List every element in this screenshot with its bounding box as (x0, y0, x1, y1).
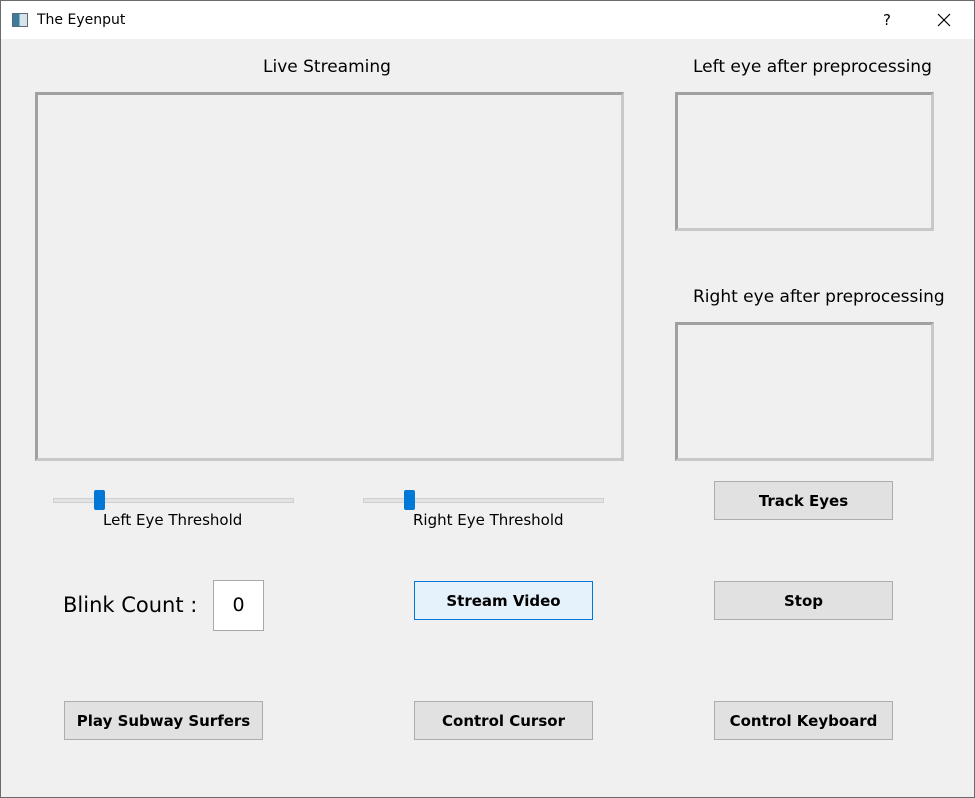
blink-count-value: 0 (213, 580, 264, 631)
control-keyboard-button[interactable]: Control Keyboard (714, 701, 893, 740)
right-eye-threshold-label: Right Eye Threshold (413, 511, 564, 529)
title-bar[interactable]: The Eyenput ? (1, 1, 974, 39)
left-eye-label: Left eye after preprocessing (693, 57, 932, 77)
play-subway-surfers-button[interactable]: Play Subway Surfers (64, 701, 263, 740)
left-eye-threshold-slider[interactable] (53, 488, 294, 512)
slider-groove (363, 498, 604, 503)
help-button[interactable]: ? (869, 3, 905, 37)
live-streaming-label: Live Streaming (263, 57, 391, 77)
slider-handle[interactable] (404, 490, 415, 510)
left-eye-threshold-label: Left Eye Threshold (103, 511, 243, 529)
live-stream-view (35, 92, 624, 461)
right-eye-label: Right eye after preprocessing (693, 287, 945, 307)
blink-count-label: Blink Count : (63, 593, 198, 617)
stream-video-button[interactable]: Stream Video (414, 581, 593, 620)
window-title: The Eyenput (37, 12, 126, 28)
close-button[interactable] (921, 3, 967, 37)
close-icon (937, 13, 951, 27)
app-icon (12, 13, 28, 27)
slider-groove (53, 498, 294, 503)
right-eye-threshold-slider[interactable] (363, 488, 604, 512)
slider-handle[interactable] (94, 490, 105, 510)
app-window: The Eyenput ? Live Streaming Left eye af… (0, 0, 975, 798)
right-eye-view (675, 322, 934, 461)
track-eyes-button[interactable]: Track Eyes (714, 481, 893, 520)
left-eye-view (675, 92, 934, 231)
control-cursor-button[interactable]: Control Cursor (414, 701, 593, 740)
stop-button[interactable]: Stop (714, 581, 893, 620)
